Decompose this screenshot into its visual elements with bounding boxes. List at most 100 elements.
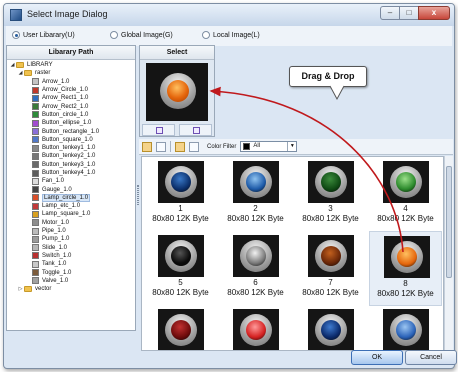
- tree-item[interactable]: Arrow_Rect2_1.0: [7, 102, 135, 111]
- grid-scrollbar[interactable]: [444, 156, 453, 351]
- cancel-button[interactable]: Cancel: [405, 350, 457, 365]
- image-number: 1: [178, 204, 183, 213]
- fit-button[interactable]: [142, 124, 175, 136]
- tree-item[interactable]: Arrow_Rect1_1.0: [7, 94, 135, 102]
- radio-local-image-label: Local Image(L): [213, 31, 260, 39]
- tree-item[interactable]: Button_tenkey2_1.0: [7, 152, 135, 160]
- image-item-icon: [32, 144, 39, 152]
- image-number: 5: [178, 278, 183, 287]
- image-grid: 1 80x80 12K Byte 2 80x80 12K Byte 3 80x80 12K…: [141, 156, 444, 351]
- image-item-icon: [32, 210, 39, 218]
- radio-global-image-label: Global Image(G): [121, 31, 173, 39]
- expand-toggle-icon[interactable]: ◢: [9, 62, 16, 68]
- image-grid-cell[interactable]: 4 80x80 12K Byte: [369, 157, 442, 232]
- tree-item[interactable]: Valve_1.0: [7, 277, 135, 285]
- image-grid-cell[interactable]: 5 80x80 12K Byte: [144, 231, 217, 306]
- window-title: Select Image Dialog: [27, 9, 108, 19]
- tree-item[interactable]: Button_ellipse_1.0: [7, 119, 135, 127]
- image-grid-cell[interactable]: 1 80x80 12K Byte: [144, 157, 217, 232]
- tree-folder[interactable]: ◢ LIBRARY: [7, 61, 135, 69]
- image-item-icon: [32, 86, 39, 94]
- tree-item[interactable]: Button_square_1.0: [7, 136, 135, 144]
- image-number: 8: [403, 279, 408, 288]
- title-bar[interactable]: Select Image Dialog – □ x: [4, 4, 454, 26]
- folder-icon: [16, 62, 24, 69]
- image-grid-cell[interactable]: 7 80x80 12K Byte: [294, 231, 367, 306]
- image-grid-cell[interactable]: 8 80x80 12K Byte: [369, 231, 442, 306]
- grid-toolbar: Color Filter All ▼: [139, 139, 453, 155]
- image-thumbnail: [383, 309, 429, 350]
- tree-folder[interactable]: ▷ vector: [7, 285, 135, 293]
- image-grid-cell[interactable]: 3 80x80 12K Byte: [294, 157, 367, 232]
- radio-icon: [202, 31, 210, 39]
- tree-label: LIBRARY: [27, 62, 53, 69]
- image-item-icon: [32, 277, 39, 285]
- selected-image-preview[interactable]: [146, 63, 208, 121]
- tree-item[interactable]: Toggle_1.0: [7, 268, 135, 277]
- ok-button[interactable]: OK: [351, 350, 403, 365]
- radio-local-image[interactable]: Local Image(L): [202, 31, 260, 39]
- details-view-button[interactable]: [175, 141, 185, 152]
- tree-item[interactable]: Arrow_1.0: [7, 78, 135, 86]
- image-grid-cell[interactable]: 2 80x80 12K Byte: [219, 157, 292, 232]
- minimize-button[interactable]: –: [380, 6, 400, 20]
- tree-item[interactable]: Lamp_circle_1.0: [7, 193, 135, 202]
- tree-item[interactable]: Pipe_1.0: [7, 227, 135, 235]
- large-icons-view-button[interactable]: [142, 141, 152, 152]
- toolbar-separator: [170, 141, 171, 152]
- image-item-icon: [32, 244, 39, 252]
- radio-user-library[interactable]: User Libarary(U): [12, 31, 75, 39]
- close-button[interactable]: x: [418, 6, 450, 20]
- tree-item[interactable]: Fan_1.0: [7, 177, 135, 185]
- image-size: 80x80 12K Byte: [227, 288, 284, 297]
- tree-item[interactable]: Lamp_etc_1.0: [7, 202, 135, 210]
- expand-toggle-icon[interactable]: ▷: [17, 286, 24, 292]
- tree-item[interactable]: Slide_1.0: [7, 244, 135, 252]
- color-filter-dropdown[interactable]: All ▼: [240, 141, 298, 152]
- list-view-button[interactable]: [156, 141, 166, 152]
- radio-global-image[interactable]: Global Image(G): [110, 31, 173, 39]
- pane-splitter[interactable]: [137, 185, 139, 205]
- tree-item[interactable]: Button_rectangle_1.0: [7, 127, 135, 136]
- tree-folder[interactable]: ◢ raster: [7, 69, 135, 77]
- tree-item[interactable]: Button_tenkey1_1.0: [7, 144, 135, 152]
- tree-item[interactable]: Motor_1.0: [7, 219, 135, 227]
- tree-item[interactable]: Arrow_Circle_1.0: [7, 86, 135, 94]
- drag-drop-callout: Drag & Drop: [289, 66, 367, 87]
- image-grid-cell[interactable]: 6 80x80 12K Byte: [219, 231, 292, 306]
- tree-item[interactable]: Button_circle_1.0: [7, 111, 135, 119]
- tree-item[interactable]: Pump_1.0: [7, 235, 135, 243]
- actual-size-icon: [192, 127, 200, 134]
- image-grid-cell[interactable]: [369, 305, 442, 350]
- tree-label: Lamp_circle_1.0: [42, 193, 91, 202]
- image-grid-cell[interactable]: [144, 305, 217, 350]
- maximize-button[interactable]: □: [399, 6, 419, 20]
- image-grid-cell[interactable]: [294, 305, 367, 350]
- tree-label: Button_tenkey2_1.0: [42, 153, 96, 160]
- image-thumbnail: [158, 235, 204, 277]
- image-thumbnail: [308, 309, 354, 350]
- image-size: 80x80 12K Byte: [302, 288, 359, 297]
- actual-size-button[interactable]: [179, 124, 212, 136]
- image-thumbnail: [233, 235, 279, 277]
- thumbnail-view-button[interactable]: [189, 141, 199, 152]
- tree-label: Motor_1.0: [42, 219, 70, 226]
- lamp-icon: [240, 240, 272, 272]
- expand-toggle-icon[interactable]: ◢: [17, 70, 24, 76]
- image-size: 80x80 12K Byte: [152, 288, 209, 297]
- image-number: 2: [253, 204, 258, 213]
- tree-item[interactable]: Lamp_square_1.0: [7, 210, 135, 218]
- image-grid-cell[interactable]: [219, 305, 292, 350]
- tree-item[interactable]: Gauge_1.0: [7, 185, 135, 194]
- tree-item[interactable]: Tank_1.0: [7, 260, 135, 268]
- tree-item[interactable]: Button_tenkey3_1.0: [7, 161, 135, 169]
- tree-item[interactable]: Switch_1.0: [7, 252, 135, 260]
- image-item-icon: [32, 202, 39, 210]
- tree-item[interactable]: Button_tenkey4_1.0: [7, 169, 135, 177]
- lamp-icon: [391, 241, 423, 273]
- lamp-icon: [165, 240, 197, 272]
- image-item-icon: [32, 103, 39, 111]
- lamp-icon: [165, 166, 197, 198]
- image-item-icon: [32, 152, 39, 160]
- scrollbar-thumb[interactable]: [446, 166, 452, 278]
